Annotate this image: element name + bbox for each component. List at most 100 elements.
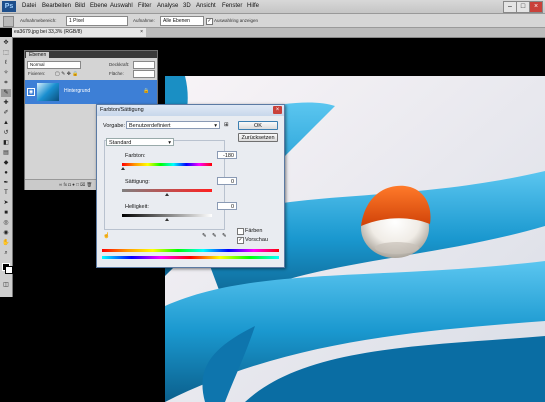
hand-tool-icon[interactable]: ✋ <box>1 239 11 247</box>
aufnahme-label: Aufnahme: <box>133 18 155 23</box>
background-color-swatch[interactable] <box>5 266 13 274</box>
preview-checkbox[interactable]: ✓ <box>237 237 244 244</box>
sample-layers-select[interactable]: Alle Ebenen <box>160 16 204 26</box>
document-tab-bar: ea3679.jpg bei 33,3% (RGB/8) × <box>12 28 545 38</box>
saturation-slider-track[interactable] <box>122 189 212 192</box>
minimize-icon[interactable]: – <box>503 1 517 13</box>
options-bar: Aufnahmebereich: 1 Pixel Aufnahme: Alle … <box>0 14 545 28</box>
lock-icons[interactable]: ▢ ✎ ✥ 🔒 <box>55 71 79 77</box>
ok-button[interactable]: OK <box>238 121 278 130</box>
hue-saturation-dialog: Farbton/Sättigung × Vorgabe: Benutzerdef… <box>96 104 285 268</box>
menu-hilfe[interactable]: Hilfe <box>247 3 259 9</box>
fill-field[interactable] <box>133 70 155 78</box>
lightness-field[interactable]: 0 <box>217 202 237 210</box>
layers-footer-icons[interactable]: ∞ fx ◘ ● □ ⌧ 🗑 <box>59 182 92 188</box>
lasso-tool-icon[interactable]: ℓ <box>1 59 11 67</box>
type-tool-icon[interactable]: T <box>1 189 11 197</box>
sample-size-select[interactable]: 1 Pixel <box>66 16 128 26</box>
opacity-label: Deckkraft: <box>109 62 130 67</box>
colorize-checkbox[interactable] <box>237 228 244 235</box>
close-window-icon[interactable]: × <box>529 1 543 13</box>
menu-ebene[interactable]: Ebene <box>90 3 107 9</box>
layer-row-hintergrund[interactable]: ◉ Hintergrund 🔒 <box>25 80 157 104</box>
saturation-label: Sättigung: <box>125 179 150 185</box>
zoom-tool-icon[interactable]: ⌕ <box>1 249 11 257</box>
maximize-icon[interactable]: □ <box>516 1 530 13</box>
show-ring-label: Auswahlring anzeigen <box>214 18 259 23</box>
channel-value: Standard <box>109 140 132 146</box>
menu-bild[interactable]: Bild <box>75 3 85 9</box>
hue-slider-track[interactable] <box>122 163 212 166</box>
document-tab[interactable]: ea3679.jpg bei 33,3% (RGB/8) × <box>12 28 146 37</box>
document-title: ea3679.jpg bei 33,3% (RGB/8) <box>14 29 83 35</box>
eye-icon[interactable]: ◉ <box>27 88 35 96</box>
saturation-slider-thumb[interactable] <box>165 193 169 196</box>
fill-label: Fläche: <box>109 71 124 76</box>
output-spectrum-bar <box>102 256 279 259</box>
preview-label: Vorschau <box>245 237 268 243</box>
shape-tool-icon[interactable]: ■ <box>1 209 11 217</box>
magic-wand-icon[interactable]: ✧ <box>1 69 11 77</box>
history-brush-icon[interactable]: ↺ <box>1 129 11 137</box>
hue-label: Farbton: <box>125 153 146 159</box>
lightness-slider-thumb[interactable] <box>165 218 169 221</box>
eyedropper-minus-icon[interactable]: ✎ <box>222 233 227 239</box>
preset-options-icon[interactable]: ⊞ <box>224 122 229 128</box>
show-ring-checkbox[interactable]: ✓ <box>206 18 213 25</box>
menu-analyse[interactable]: Analyse <box>157 3 178 9</box>
eyedropper-plus-icon[interactable]: ✎ <box>212 233 217 239</box>
brush-tool-icon[interactable]: ✐ <box>1 109 11 117</box>
blur-tool-icon[interactable]: ◆ <box>1 159 11 167</box>
aufnahmebereich-label: Aufnahmebereich: <box>20 18 57 23</box>
eyedropper-icon[interactable]: ✎ <box>202 233 207 239</box>
menu-filter[interactable]: Filter <box>138 3 151 9</box>
lock-label: Fixieren: <box>28 71 46 76</box>
menu-datei[interactable]: Datei <box>22 3 36 9</box>
lock-icon: 🔒 <box>143 88 150 94</box>
quick-mask-icon[interactable]: ◫ <box>1 281 11 289</box>
menu-3d[interactable]: 3D <box>183 3 191 9</box>
pen-tool-icon[interactable]: ✒ <box>1 179 11 187</box>
preset-select[interactable]: Benutzerdefiniert ▾ <box>126 121 220 129</box>
healing-brush-icon[interactable]: ✚ <box>1 99 11 107</box>
hue-field[interactable]: -180 <box>217 151 237 159</box>
blend-mode-select[interactable]: Normal <box>27 61 81 69</box>
eyedropper-tool-icon[interactable]: ✎ <box>1 89 11 97</box>
saturation-field[interactable]: 0 <box>217 177 237 185</box>
preset-label: Vorgabe: <box>103 123 126 129</box>
channel-chevron-icon: ▾ <box>168 140 171 146</box>
3d-rotate-icon[interactable]: ◎ <box>1 219 11 227</box>
menu-bearbeiten[interactable]: Bearbeiten <box>42 3 71 9</box>
close-tab-icon[interactable]: × <box>140 28 143 37</box>
channel-select[interactable]: Standard ▾ <box>106 138 174 146</box>
path-selection-icon[interactable]: ➤ <box>1 199 11 207</box>
dialog-close-icon[interactable]: × <box>273 106 282 114</box>
menu-ansicht[interactable]: Ansicht <box>196 3 216 9</box>
tab-ebenen[interactable]: Ebenen <box>26 52 50 58</box>
opacity-field[interactable] <box>133 61 155 69</box>
gradient-tool-icon[interactable]: ▤ <box>1 149 11 157</box>
menu-bar: Ps Datei Bearbeiten Bild Ebene Auswahl F… <box>0 0 545 14</box>
crop-tool-icon[interactable]: ⌗ <box>1 79 11 87</box>
lightness-slider-track[interactable] <box>122 214 212 217</box>
reset-button[interactable]: Zurücksetzen <box>238 133 278 142</box>
chevron-down-icon: ▾ <box>214 123 217 129</box>
dialog-titlebar: Farbton/Sättigung × <box>97 105 284 116</box>
dialog-title: Farbton/Sättigung <box>100 107 144 113</box>
stamp-tool-icon[interactable]: ▲ <box>1 119 11 127</box>
preset-value: Benutzerdefiniert <box>129 123 171 129</box>
eyedropper-preset-icon[interactable] <box>3 16 14 27</box>
menu-fenster[interactable]: Fenster <box>222 3 242 9</box>
on-image-adjust-icon[interactable]: ☝ <box>103 233 110 239</box>
move-tool-icon[interactable]: ✥ <box>1 39 11 47</box>
colorize-label: Färben <box>245 228 263 234</box>
lightness-label: Helligkeit: <box>125 204 149 210</box>
layer-thumbnail <box>37 83 59 101</box>
layer-name: Hintergrund <box>64 88 91 94</box>
hue-slider-thumb[interactable] <box>121 167 125 170</box>
dodge-tool-icon[interactable]: ● <box>1 169 11 177</box>
menu-auswahl[interactable]: Auswahl <box>110 3 133 9</box>
marquee-tool-icon[interactable]: ⬚ <box>1 49 11 57</box>
eraser-tool-icon[interactable]: ◧ <box>1 139 11 147</box>
3d-camera-icon[interactable]: ◉ <box>1 229 11 237</box>
